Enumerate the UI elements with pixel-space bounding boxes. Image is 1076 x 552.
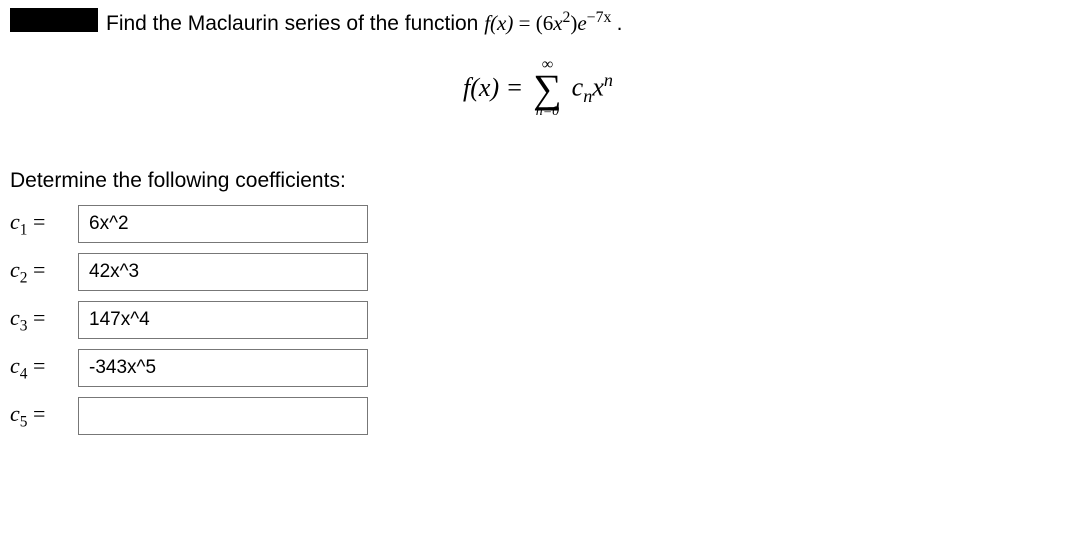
coef-row: c1 = bbox=[10, 205, 1066, 243]
function-expression: f(x) = (6x2)e−7x bbox=[484, 11, 616, 35]
coef-input-c1[interactable] bbox=[78, 205, 368, 243]
coef-row: c5 = bbox=[10, 397, 1066, 435]
redacted-label bbox=[10, 8, 98, 32]
coef-row: c3 = bbox=[10, 301, 1066, 339]
question-intro: Find the Maclaurin series of the functio… bbox=[106, 12, 484, 35]
coefficients-list: c1 = c2 = c3 = c4 = c5 = bbox=[10, 205, 1066, 435]
coef-label: c5 = bbox=[10, 401, 68, 431]
question-text: Find the Maclaurin series of the functio… bbox=[106, 8, 622, 37]
series-term: cnxn bbox=[572, 70, 613, 107]
coef-input-c5[interactable] bbox=[78, 397, 368, 435]
coef-label: c4 = bbox=[10, 353, 68, 383]
coef-input-c4[interactable] bbox=[78, 349, 368, 387]
coef-input-c2[interactable] bbox=[78, 253, 368, 291]
sigma-icon: ∞ ∑ n=0 bbox=[533, 57, 562, 119]
coef-row: c2 = bbox=[10, 253, 1066, 291]
coef-input-c3[interactable] bbox=[78, 301, 368, 339]
series-equation: f(x) = ∞ ∑ n=0 cnxn bbox=[10, 57, 1066, 119]
coef-row: c4 = bbox=[10, 349, 1066, 387]
coefficients-prompt: Determine the following coefficients: bbox=[10, 169, 1066, 193]
coef-label: c1 = bbox=[10, 209, 68, 239]
coef-label: c2 = bbox=[10, 257, 68, 287]
coef-label: c3 = bbox=[10, 305, 68, 335]
sum-symbol: ∑ bbox=[533, 73, 562, 105]
